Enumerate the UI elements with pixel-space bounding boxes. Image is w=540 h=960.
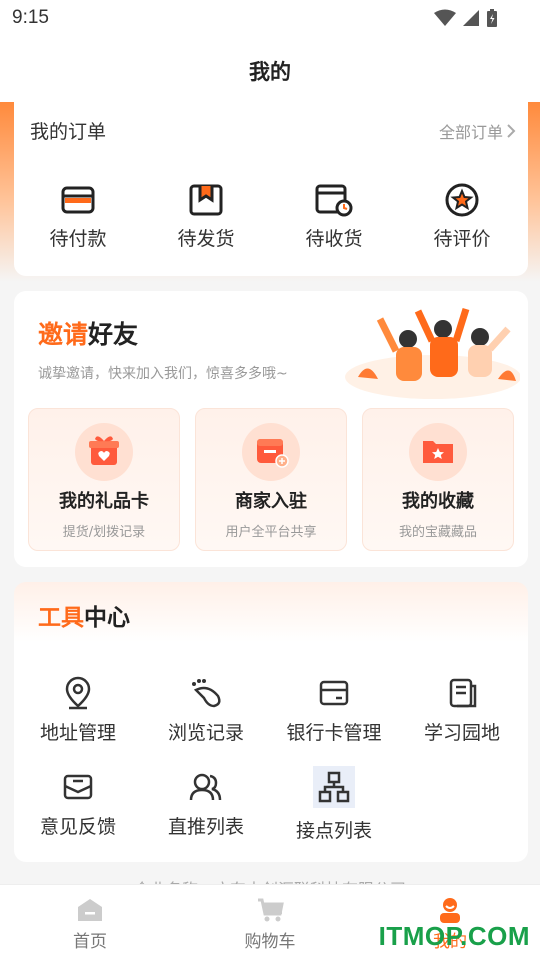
invite-title: 邀请好友 (38, 315, 138, 351)
order-pending-receipt[interactable]: 待收货 (270, 182, 398, 251)
profile-icon (440, 898, 460, 923)
order-pending-review[interactable]: 待评价 (398, 182, 526, 251)
wallet-card-icon (61, 186, 95, 214)
wifi-icon (434, 9, 456, 26)
merchant-join-entry[interactable]: 商家入驻 用户全平台共享 (195, 408, 347, 551)
status-icons (434, 8, 498, 28)
all-orders-link[interactable]: 全部订单 (439, 119, 516, 143)
title-bar: 我的 (0, 36, 540, 102)
mail-feedback-icon (63, 774, 93, 800)
icon-highlight (313, 766, 355, 808)
tool-address[interactable]: 地址管理 (14, 676, 142, 745)
users-icon (189, 773, 222, 801)
store-add-icon (257, 439, 289, 468)
all-orders-label: 全部订单 (438, 123, 503, 142)
promo-subtitle: 我的宝藏藏品 (398, 525, 477, 540)
tool-label: 意见反馈 (39, 816, 116, 838)
promo-subtitle: 提货/划拨记录 (62, 525, 146, 540)
document-icon (449, 678, 477, 708)
tool-bank-card[interactable]: 银行卡管理 (270, 676, 398, 745)
tool-label: 学习园地 (423, 722, 500, 744)
bank-card-icon (319, 680, 349, 706)
order-label: 待付款 (49, 228, 107, 250)
gift-card-entry[interactable]: 我的礼品卡 提货/划拨记录 (28, 408, 180, 551)
home-icon (78, 899, 102, 921)
promo-subtitle: 用户全平台共享 (225, 525, 317, 540)
tool-label: 银行卡管理 (286, 722, 382, 744)
promo-icon-bg (242, 423, 300, 481)
hierarchy-icon (318, 771, 350, 803)
tool-history[interactable]: 浏览记录 (142, 676, 270, 745)
package-box-icon (189, 184, 223, 216)
orders-card: 我的订单 全部订单 待付款 待发货 待收货 待评价 (14, 102, 528, 276)
invite-card: 邀请好友 诚挚邀请，快来加入我们，惊喜多多哦~ 我的礼品卡 提货/划拨记录 商家… (14, 291, 528, 567)
order-label: 待发货 (177, 228, 235, 250)
tools-title: 工具中心 (38, 598, 130, 632)
order-pending-shipment[interactable]: 待发货 (142, 182, 270, 251)
invite-title-highlight: 邀请 (38, 320, 89, 349)
watermark: ITMOP.COM (378, 921, 530, 951)
tool-node-list[interactable]: 接点列表 (270, 766, 398, 843)
footprint-icon (192, 679, 221, 708)
invite-title-rest: 好友 (88, 320, 139, 349)
status-time: 9:15 (12, 7, 49, 28)
tool-direct-referrals[interactable]: 直推列表 (142, 770, 270, 839)
tool-label: 地址管理 (39, 722, 116, 744)
order-label: 待收货 (305, 228, 363, 250)
chevron-right-icon (507, 124, 516, 138)
tab-label: 首页 (73, 932, 107, 952)
order-label: 待评价 (433, 228, 491, 250)
invite-subtitle: 诚挚邀请，快来加入我们，惊喜多多哦~ (38, 366, 288, 382)
cart-icon (258, 898, 284, 922)
tool-label: 直推列表 (167, 816, 244, 838)
tool-label: 接点列表 (295, 820, 372, 842)
location-pin-icon (65, 676, 91, 710)
status-bar: 9:15 (0, 0, 540, 36)
friends-celebrating-illustration (345, 307, 520, 399)
promo-title: 我的礼品卡 (59, 491, 149, 512)
tool-feedback[interactable]: 意见反馈 (14, 770, 142, 839)
tools-card: 工具中心 地址管理 浏览记录 银行卡管理 学习园地 意见反馈 直推列表 接点列表 (14, 582, 528, 862)
tools-title-highlight: 工具 (38, 605, 84, 631)
tool-label: 浏览记录 (167, 722, 244, 744)
tab-cart[interactable]: 购物车 (210, 897, 330, 952)
delivery-box-clock-icon (315, 184, 353, 217)
signal-icon (463, 10, 479, 26)
tools-title-rest: 中心 (84, 605, 130, 631)
star-folder-icon (423, 441, 453, 463)
my-favorites-entry[interactable]: 我的收藏 我的宝藏藏品 (362, 408, 514, 551)
promo-title: 商家入驻 (235, 491, 307, 512)
star-badge-icon (445, 183, 479, 217)
promo-icon-bg (409, 423, 467, 481)
orders-title: 我的订单 (30, 121, 107, 143)
gift-icon (89, 436, 119, 465)
tool-learning[interactable]: 学习园地 (398, 676, 526, 745)
tab-home[interactable]: 首页 (30, 897, 150, 952)
battery-icon (487, 9, 497, 27)
promo-icon-bg (75, 423, 133, 481)
order-pending-payment[interactable]: 待付款 (14, 182, 142, 251)
tab-label: 购物车 (244, 932, 296, 952)
page-title: 我的 (249, 60, 291, 84)
promo-title: 我的收藏 (402, 491, 474, 512)
